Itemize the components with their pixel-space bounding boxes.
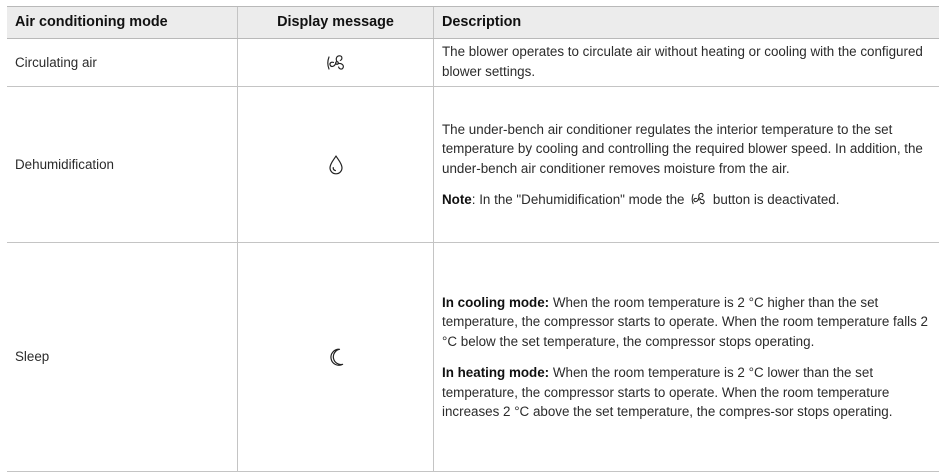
description-text: The blower operates to circulate air wit… [442, 44, 923, 79]
fan-icon [690, 191, 707, 207]
table-row: Circulating air The blower operates to c… [7, 38, 939, 87]
table-header-row: Air conditioning mode Display message De… [7, 6, 939, 39]
description-cell: The under-bench air conditioner regulate… [433, 86, 939, 243]
display-message-cell [237, 38, 434, 87]
table-row: Dehumidification The under-bench air con… [7, 86, 939, 243]
header-air-conditioning-mode: Air conditioning mode [7, 6, 238, 39]
note-text: Note: In the "Dehumidification" mode the… [442, 190, 931, 210]
air-conditioning-modes-table: Air conditioning mode Display message De… [7, 6, 939, 472]
water-drop-icon [327, 154, 345, 176]
header-display-message: Display message [237, 6, 434, 39]
heating-mode-label: In heating mode: [442, 365, 550, 380]
note-text-before: : In the "Dehumidification" mode the [471, 192, 689, 207]
note-text-after: button is deactivated. [709, 192, 840, 207]
display-message-cell [237, 86, 434, 243]
table-row: Sleep In cooling mode: When the room tem… [7, 242, 939, 472]
description-cell: The blower operates to circulate air wit… [433, 38, 939, 87]
note-label: Note [442, 192, 472, 207]
description-text: The under-bench air conditioner regulate… [442, 121, 923, 176]
heating-mode-text: In heating mode: When the room temperatu… [442, 363, 931, 422]
mode-name: Sleep [7, 242, 238, 472]
cooling-mode-text: In cooling mode: When the room temperatu… [442, 293, 931, 352]
mode-name: Dehumidification [7, 86, 238, 243]
cooling-mode-label: In cooling mode: [442, 294, 550, 310]
display-message-cell [237, 242, 434, 472]
mode-name: Circulating air [7, 38, 238, 87]
fan-icon [325, 53, 347, 73]
moon-icon [327, 347, 345, 367]
header-description: Description [433, 6, 939, 39]
description-cell: In cooling mode: When the room temperatu… [433, 242, 939, 472]
